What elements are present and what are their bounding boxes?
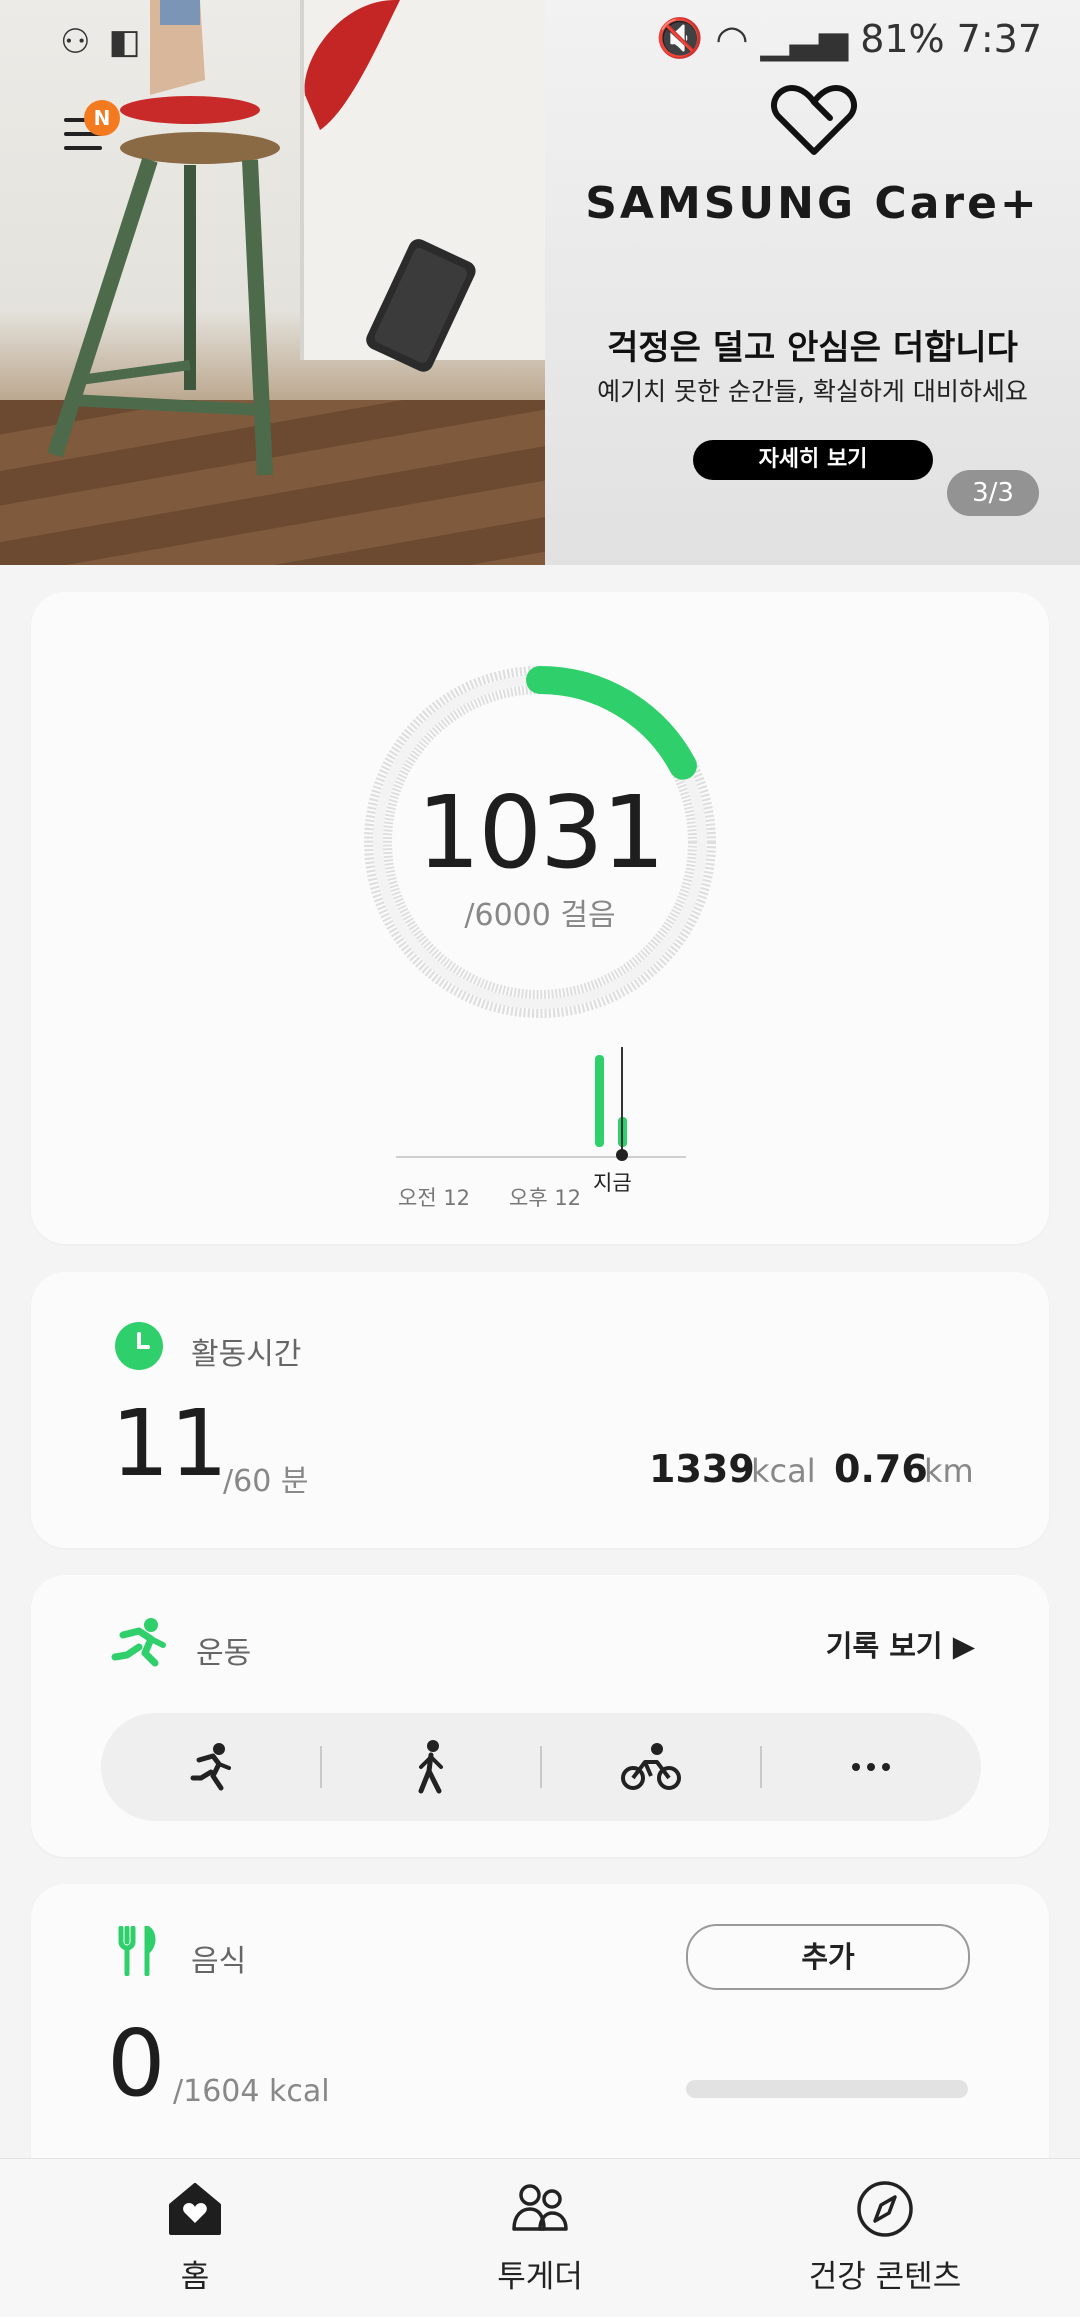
status-bar-right: 🔇 ◠ ▁▃▅ 81% 7:37 [656,16,1042,61]
chart-label-noon: 오후 12 [509,1186,582,1210]
food-kcal-goal: /1604 kcal [173,2074,330,2109]
active-minutes: 11 [111,1390,229,1497]
steps-goal: /6000 걸음 [464,898,616,933]
battery-level: 81% [860,16,945,61]
wifi-icon: ◠ [715,16,749,61]
view-history-link[interactable]: 기록 보기 ▶ [826,1623,975,1665]
clock-icon [115,1322,163,1370]
people-icon [512,2184,568,2231]
distance-unit: km [924,1452,974,1490]
home-icon [169,2183,221,2235]
status-bar-left: ⚇ ◧ [60,22,141,62]
bottom-navigation: 홈 투게더 건강 콘텐츠 [0,2158,1080,2317]
exercise-cycling-button[interactable] [541,1713,761,1821]
promo-banner[interactable]: ⚇ ◧ 🔇 ◠ ▁▃▅ 81% 7:37 N SAMSUNG Care+ 걱정은… [0,0,1080,565]
promo-title: 걱정은 덜고 안심은 더합니다 [607,328,1018,368]
steps-card[interactable]: 1031 /6000 걸음 오전 12 오후 12 지금 [31,592,1049,1244]
cycling-icon [621,1743,681,1790]
steps-count: 1031 [416,774,666,891]
exercise-more-button[interactable] [761,1713,981,1821]
notification-icon: ⚇ [60,22,91,62]
chart-label-midnight: 오전 12 [398,1186,471,1210]
add-food-button[interactable]: 추가 [686,1924,970,1990]
step-bar-earlier [595,1055,604,1147]
nav-home-label: 홈 [180,2259,210,2295]
notification-badge: N [84,100,120,136]
hourly-steps-chart [396,1047,686,1161]
brand-name: SAMSUNG Care+ [585,178,1040,229]
heart-logo-icon [771,85,857,155]
calories-unit: kcal [751,1452,816,1490]
signal-icon: ▁▃▅ [760,16,849,61]
active-minutes-goal: /60 분 [223,1464,309,1499]
exercise-card[interactable]: 운동 기록 보기 ▶ [31,1575,1049,1857]
nav-health-content[interactable]: 건강 콘텐츠 [705,2159,1065,2317]
walking-icon [418,1740,443,1794]
food-kcal: 0 [107,2010,166,2117]
distance-value: 0.76 [834,1447,928,1491]
running-icon [190,1743,231,1791]
exercise-type-bar [101,1713,981,1821]
active-time-title: 활동시간 [191,1337,302,1372]
running-man-icon [111,1618,166,1667]
nav-together-label: 투게더 [497,2259,583,2295]
food-progress-bar [686,2080,968,2098]
banner-photo [0,0,545,565]
mute-icon: 🔇 [656,16,704,60]
compass-icon [857,2181,913,2237]
exercise-running-button[interactable] [101,1713,321,1821]
nav-health-content-label: 건강 콘텐츠 [808,2259,962,2295]
active-time-card[interactable]: 활동시간 11 /60 분 1339 kcal 0.76 km [31,1272,1049,1548]
chart-label-now: 지금 [593,1171,632,1195]
more-icon [852,1763,890,1771]
nav-together[interactable]: 투게더 [360,2159,720,2317]
banner-page-indicator: 3/3 [947,470,1039,516]
exercise-title: 운동 [196,1636,252,1671]
promo-subtitle: 예기치 못한 순간들, 확실하게 대비하세요 [597,377,1028,406]
calories-value: 1339 [649,1447,755,1491]
nav-home[interactable]: 홈 [15,2159,375,2317]
clock: 7:37 [956,16,1042,61]
promo-details-button[interactable]: 자세히 보기 [693,440,933,480]
food-title: 음식 [191,1944,247,1979]
app-notification-icon: ◧ [108,22,141,62]
fork-knife-icon [118,1926,156,1976]
exercise-walking-button[interactable] [321,1713,541,1821]
